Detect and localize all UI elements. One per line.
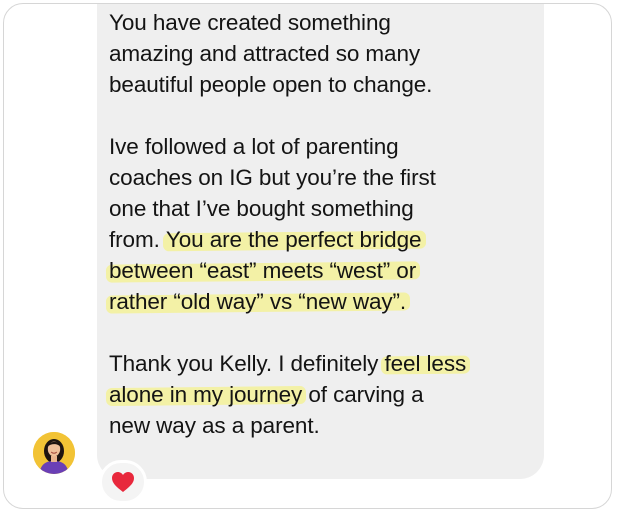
red-heart-icon [112,472,134,492]
highlighted-text: alone in my journey [109,382,303,407]
message-text-segment: amazing and attracted so many [109,41,421,66]
message-text-segment: one that I’ve bought something [109,196,414,221]
message-line: Thank you Kelly. I definitely feel less [109,348,539,379]
message-line: rather “old way” vs “new way”. [109,286,539,317]
highlighted-text: You are the perfect bridge [165,227,422,252]
message-text-segment: beautiful people open to change. [109,72,433,97]
message-line: You have created something [109,7,539,38]
message-paragraph: Ive followed a lot of parenting coaches o… [109,131,539,317]
message-text: You have created something amazing and at… [109,7,539,441]
highlighted-text: rather “old way” vs “new way”. [109,289,407,314]
message-paragraph: You have created something amazing and at… [109,7,539,100]
sender-avatar[interactable] [33,432,75,474]
message-text-segment: new way as a parent. [109,413,320,438]
message-text-segment: Thank you Kelly. I definitely [109,351,385,376]
highlighted-text: between “east” meets “west” or [109,258,417,283]
message-line: alone in my journey of carving a [109,379,539,410]
heart-reaction[interactable] [99,460,147,504]
message-line: between “east” meets “west” or [109,255,539,286]
message-line: new way as a parent. [109,410,539,441]
message-line: coaches on IG but you’re the first [109,162,539,193]
message-paragraph: Thank you Kelly. I definitely feel less a… [109,348,539,441]
message-text-segment: from. [109,227,166,252]
message-text-segment: coaches on IG but you’re the first [109,165,436,190]
avatar-portrait-icon [33,432,75,474]
message-line: Ive followed a lot of parenting [109,131,539,162]
message-line: from. You are the perfect bridge [109,224,539,255]
message-line: amazing and attracted so many [109,38,539,69]
message-text-segment: of carving a [302,382,424,407]
message-line: one that I’ve bought something [109,193,539,224]
message-text-segment: Ive followed a lot of parenting [109,134,399,159]
message-line: beautiful people open to change. [109,69,539,100]
highlighted-text: feel less [384,351,467,376]
message-text-segment: You have created something [109,10,391,35]
